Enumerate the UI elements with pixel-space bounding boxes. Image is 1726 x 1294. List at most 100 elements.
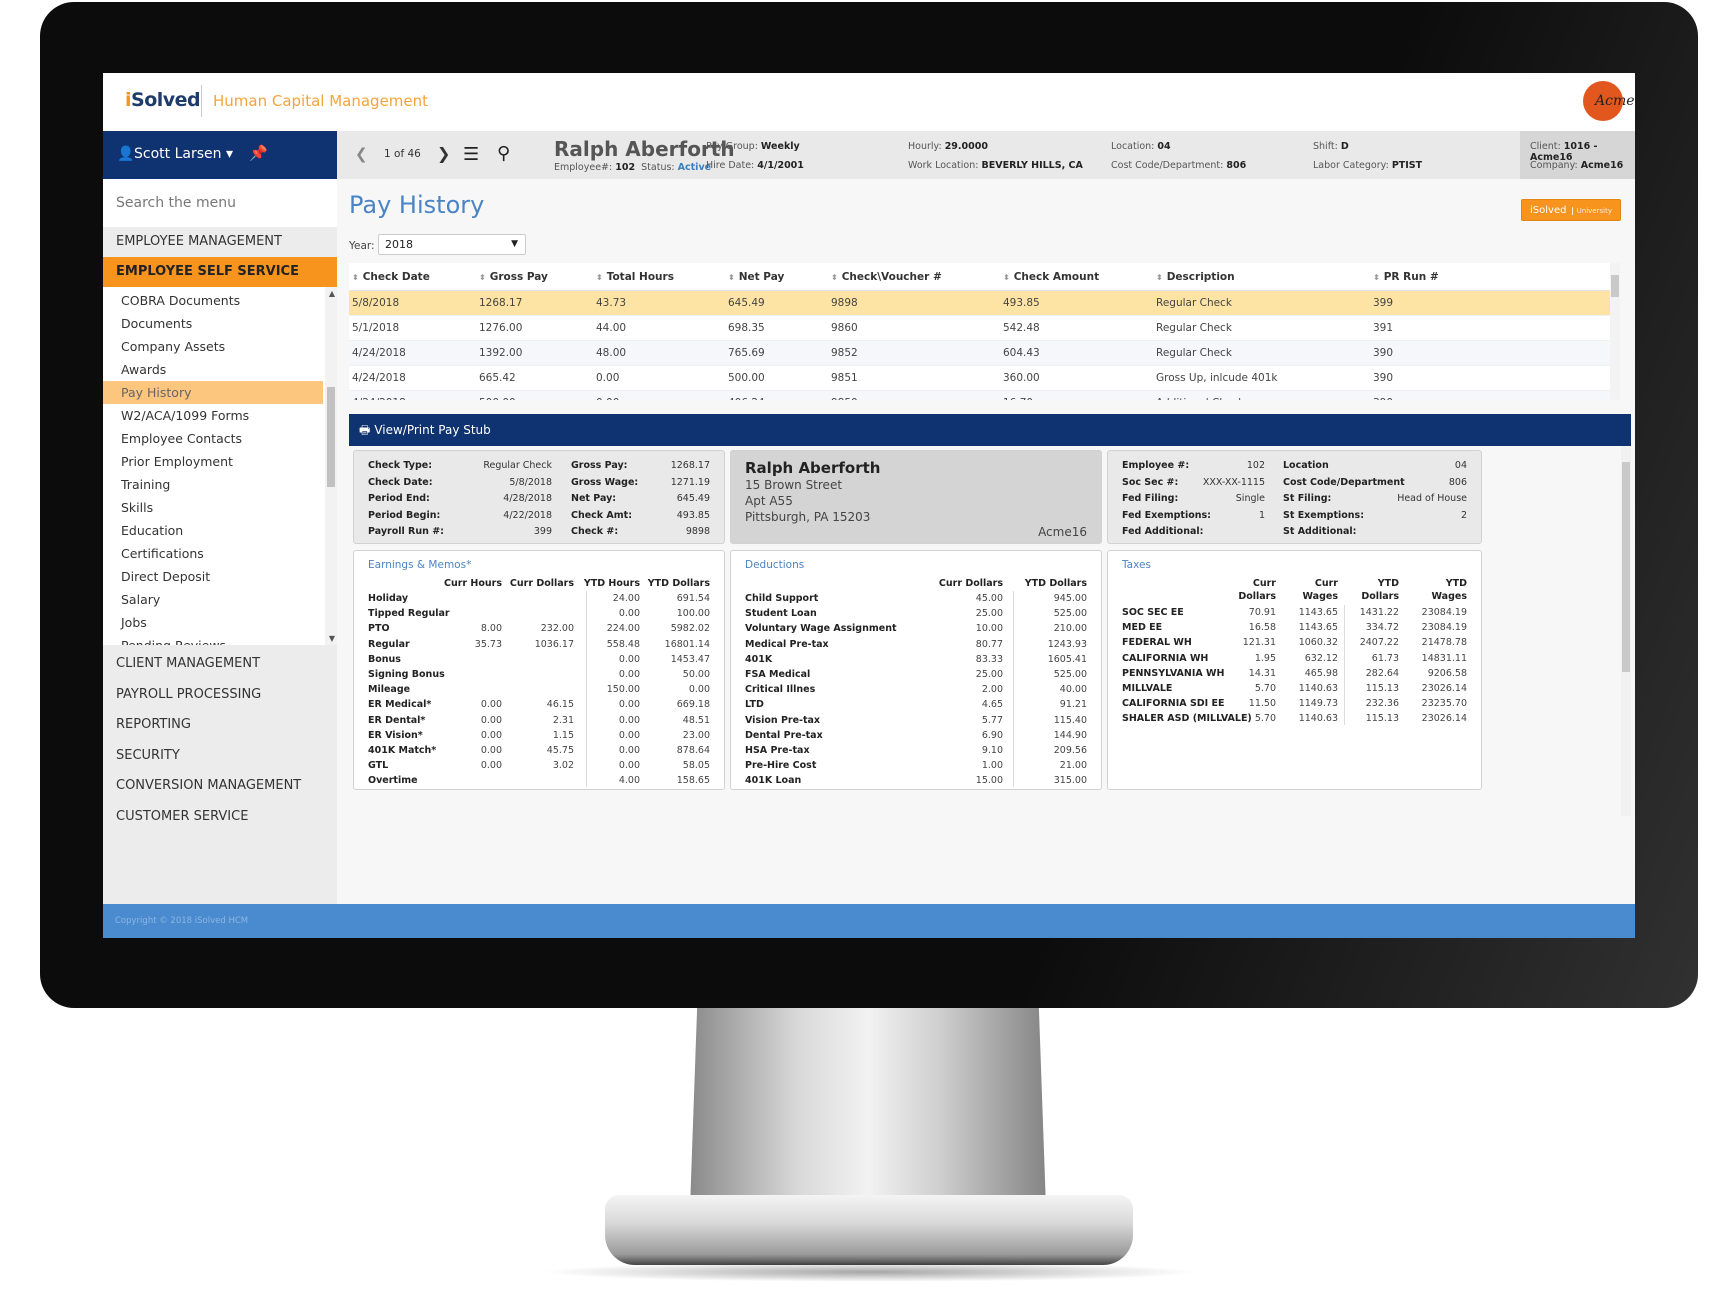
table-cell: 360.00 <box>1003 372 1040 384</box>
scrollbar-thumb[interactable] <box>1611 275 1619 297</box>
column-header-check-voucher[interactable]: Check\Voucher # <box>831 271 942 283</box>
user-icon: 👤 <box>117 146 135 162</box>
deduction-value: 80.77 <box>975 638 1003 650</box>
table-cell: 406.24 <box>728 397 765 400</box>
previous-employee-icon[interactable]: ❮ <box>355 145 368 163</box>
column-header-total-hours[interactable]: Total Hours <box>596 271 674 283</box>
deduction-value: 1243.93 <box>1047 638 1087 650</box>
sidebar-item-salary[interactable]: Salary <box>103 588 323 611</box>
company-field: Company: Acme16 <box>1530 160 1624 171</box>
scrollbar-thumb[interactable] <box>1622 462 1630 672</box>
column-divider <box>1013 591 1014 787</box>
check-info-label: Check Date: <box>368 476 433 488</box>
sidebar-item-awards[interactable]: Awards <box>103 358 323 381</box>
earnings-value: 48.51 <box>682 714 710 726</box>
sidebar-item-pay-history[interactable]: Pay History <box>103 381 323 404</box>
earnings-value: 5982.02 <box>670 623 710 635</box>
stub-employee-name: Ralph Aberforth <box>745 459 881 477</box>
sidebar-item-w2-forms[interactable]: W2/ACA/1099 Forms <box>103 404 323 427</box>
sidebar-item-prior-employment[interactable]: Prior Employment <box>103 450 323 473</box>
column-header-net-pay[interactable]: Net Pay <box>728 271 785 283</box>
deductions-title: Deductions <box>745 559 805 571</box>
sidebar-item-jobs[interactable]: Jobs <box>103 611 323 634</box>
sidebar-section-conversion-management[interactable]: CONVERSION MANAGEMENT <box>103 771 337 802</box>
deduction-row-label: Critical Illnes <box>745 684 816 696</box>
year-label: Year: <box>349 240 375 252</box>
sidebar-item-skills[interactable]: Skills <box>103 496 323 519</box>
sidebar-item-direct-deposit[interactable]: Direct Deposit <box>103 565 323 588</box>
sidebar-item-education[interactable]: Education <box>103 519 323 542</box>
table-row[interactable]: 5/1/2018 1276.00 44.00 698.35 9860 542.48 Regu… <box>349 316 1610 341</box>
table-row[interactable]: 5/8/2018 1268.17 43.73 645.49 9898 493.85 Regu… <box>349 291 1610 316</box>
earnings-row-label: PTO <box>368 623 390 635</box>
pin-icon[interactable]: 📌 <box>249 144 268 162</box>
search-icon[interactable]: ⚲ <box>497 143 510 164</box>
menu-search-input[interactable] <box>103 179 337 227</box>
table-cell: 542.48 <box>1003 322 1040 334</box>
isolved-logo[interactable]: iSolved <box>125 89 201 111</box>
column-header-pr-run[interactable]: PR Run # <box>1373 271 1439 283</box>
pay-history-table: Check Date Gross Pay Total Hours Net Pay… <box>349 263 1620 400</box>
view-print-pay-stub-button[interactable]: 🖶 View/Print Pay Stub <box>349 414 1631 446</box>
table-cell: 390 <box>1373 372 1394 384</box>
earnings-value: 46.15 <box>546 699 574 711</box>
table-cell: 4/24/2018 <box>352 397 406 400</box>
table-scrollbar[interactable] <box>1610 263 1620 400</box>
sidebar-item-employee-contacts[interactable]: Employee Contacts <box>103 427 323 450</box>
tax-row-label: SHALER ASD (MILLVALE) <box>1122 713 1252 725</box>
deduction-value: 45.00 <box>975 593 1003 604</box>
column-header-check-date[interactable]: Check Date <box>352 271 430 283</box>
table-row[interactable]: 4/24/2018 665.42 0.00 500.00 9851 360.00 Gross… <box>349 366 1610 391</box>
tax-value: 1060.32 <box>1298 637 1338 649</box>
year-select[interactable]: 2018 ▼ <box>378 234 526 255</box>
sidebar-section-customer-service[interactable]: CUSTOMER SERVICE <box>103 802 337 833</box>
earnings-row-label: ER Vision* <box>368 729 423 741</box>
table-cell: 9860 <box>831 322 858 334</box>
earnings-value: 1453.47 <box>670 653 710 665</box>
sidebar-item-cobra-documents[interactable]: COBRA Documents <box>103 289 323 312</box>
print-icon: 🖶 <box>359 423 371 437</box>
earnings-value: 0.00 <box>618 714 640 726</box>
submenu-scrollbar[interactable]: ▲ ▼ <box>325 287 337 645</box>
sidebar-section-employee-management[interactable]: EMPLOYEE MANAGEMENT <box>103 227 337 257</box>
sidebar-item-pending-reviews[interactable]: Pending Reviews <box>103 634 323 645</box>
sidebar-item-certifications[interactable]: Certifications <box>103 542 323 565</box>
tax-value: 121.31 <box>1242 637 1276 649</box>
table-cell: 665.42 <box>479 372 516 384</box>
table-row[interactable]: 4/24/2018 1392.00 48.00 765.69 9852 604.43 Reg… <box>349 341 1610 366</box>
sidebar-section-security[interactable]: SECURITY <box>103 741 337 772</box>
sidebar-item-documents[interactable]: Documents <box>103 312 323 335</box>
pay-stub-scrollbar[interactable] <box>1621 446 1631 816</box>
scrollbar-thumb[interactable] <box>327 387 335 487</box>
sidebar-item-training[interactable]: Training <box>103 473 323 496</box>
isolved-university-button[interactable]: iSolved University <box>1521 199 1621 221</box>
list-icon[interactable]: ☰ <box>463 144 479 165</box>
labor-category-field: Labor Category: PTIST <box>1313 160 1423 171</box>
column-header-description[interactable]: Description <box>1156 271 1235 283</box>
column-header-check-amount[interactable]: Check Amount <box>1003 271 1099 283</box>
sidebar-section-client-management[interactable]: CLIENT MANAGEMENT <box>103 649 337 680</box>
sidebar-section-payroll-processing[interactable]: PAYROLL PROCESSING <box>103 680 337 711</box>
sidebar-section-reporting[interactable]: REPORTING <box>103 710 337 741</box>
table-cell: 9851 <box>831 372 858 384</box>
address-line-1: 15 Brown Street <box>745 478 843 492</box>
earnings-row-label: Bonus <box>368 653 401 665</box>
deduction-value: 4.65 <box>981 699 1003 711</box>
column-header-gross-pay[interactable]: Gross Pay <box>479 271 548 283</box>
deduction-value: 21.00 <box>1059 760 1087 772</box>
deduction-value: 83.33 <box>975 653 1003 665</box>
tax-value: 23235.70 <box>1421 698 1467 710</box>
deduction-value: 209.56 <box>1053 745 1087 756</box>
table-cell: 390 <box>1373 347 1394 359</box>
table-cell: 44.00 <box>596 322 627 334</box>
tax-value: 334.72 <box>1365 622 1399 634</box>
table-row[interactable]: 4/24/2018 500.00 0.00 406.24 9850 16.70 Additi… <box>349 391 1610 400</box>
scroll-down-icon[interactable]: ▼ <box>329 634 335 643</box>
next-employee-icon[interactable]: ❯ <box>437 144 450 163</box>
user-menu-button[interactable]: Scott Larsen ▾ <box>134 146 233 162</box>
scroll-up-icon[interactable]: ▲ <box>329 289 335 298</box>
address-line-3: Pittsburgh, PA 15203 <box>745 510 871 524</box>
tax-value: 5.70 <box>1254 713 1276 725</box>
sidebar-section-employee-self-service[interactable]: EMPLOYEE SELF SERVICE <box>103 257 337 287</box>
sidebar-item-company-assets[interactable]: Company Assets <box>103 335 323 358</box>
